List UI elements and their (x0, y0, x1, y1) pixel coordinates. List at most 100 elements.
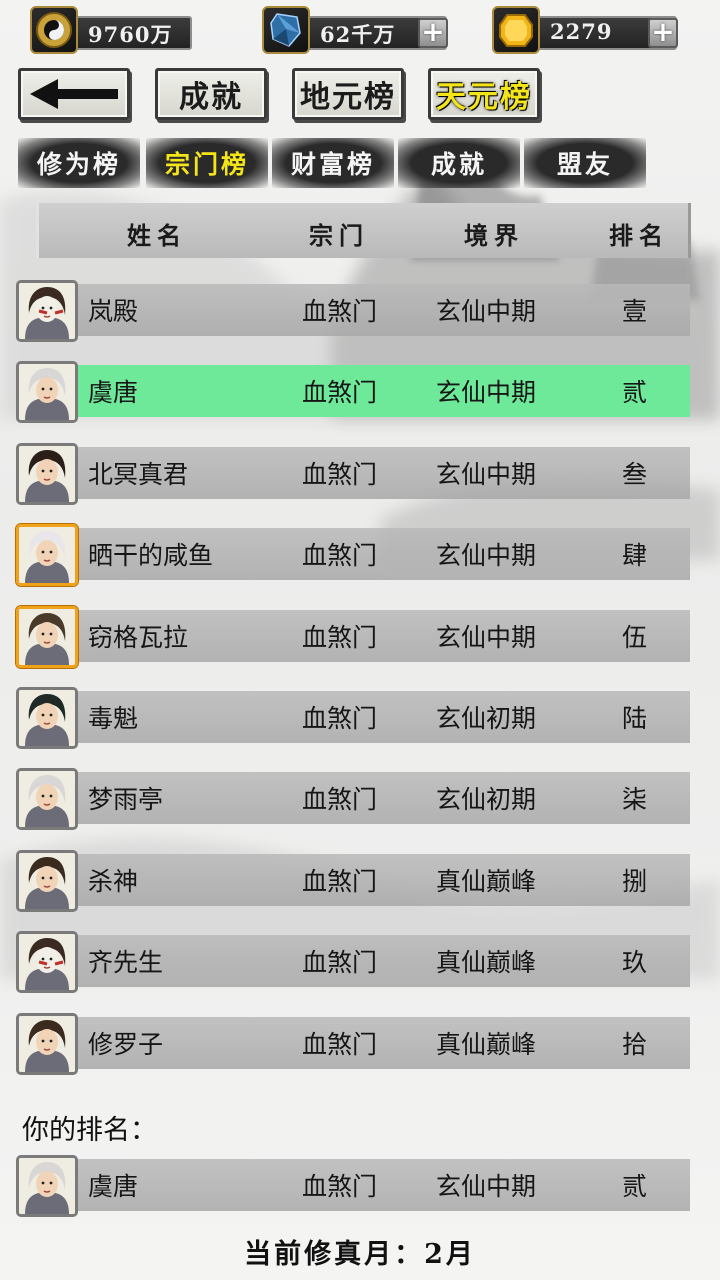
ranking-row[interactable]: 窃格瓦拉 血煞门 玄仙中期 伍 (16, 606, 690, 668)
player-name: 窃格瓦拉 (88, 623, 189, 652)
player-name: 梦雨亭 (88, 785, 164, 814)
avatar[interactable] (16, 361, 78, 423)
ranking-row-background (76, 365, 690, 417)
tab-sect[interactable]: 宗门榜 (146, 138, 268, 188)
player-rank: 壹 (622, 297, 648, 326)
player-name: 岚殿 (88, 297, 139, 326)
player-rank: 肆 (622, 541, 648, 570)
your-rank-label: 你的排名： (22, 1115, 157, 1146)
player-rank: 柒 (622, 785, 648, 814)
player-realm: 玄仙初期 (436, 785, 537, 814)
tab-sect-label: 宗门榜 (164, 150, 249, 179)
player-sect: 血煞门 (302, 541, 378, 570)
ranking-row[interactable]: 杀神 血煞门 真仙巅峰 捌 (16, 850, 690, 912)
player-sect: 血煞门 (302, 623, 378, 652)
avatar[interactable] (16, 768, 78, 830)
player-rank: 陆 (622, 704, 648, 733)
player-name: 虞唐 (88, 1172, 139, 1201)
avatar[interactable] (16, 280, 78, 342)
player-rank: 捌 (622, 867, 648, 896)
tab-cultivation[interactable]: 修为榜 (18, 138, 140, 188)
ranking-row[interactable]: 修罗子 血煞门 真仙巅峰 拾 (16, 1013, 690, 1075)
player-name: 杀神 (88, 867, 139, 896)
spirit-crystal-icon (262, 6, 310, 54)
avatar[interactable] (16, 606, 78, 668)
tab-allies-label: 盟友 (556, 150, 613, 179)
resource-gold: 2279 + (492, 6, 682, 54)
player-sect: 血煞门 (302, 785, 378, 814)
player-sect: 血煞门 (302, 297, 378, 326)
player-sect: 血煞门 (302, 867, 378, 896)
your-rank-row[interactable]: 虞唐 血煞门 玄仙中期 贰 (16, 1155, 690, 1217)
coins-value: 9760万 (88, 22, 173, 47)
back-button[interactable] (18, 68, 130, 120)
ranking-row[interactable]: 岚殿 血煞门 玄仙中期 壹 (16, 280, 690, 342)
ranking-row[interactable]: 毒魁 血煞门 玄仙初期 陆 (16, 687, 690, 749)
player-name: 修罗子 (88, 1030, 164, 1059)
resource-coins: 9760万 (30, 6, 195, 54)
tab-wealth[interactable]: 财富榜 (272, 138, 394, 188)
player-realm: 真仙巅峰 (436, 948, 537, 977)
ranking-row-background (76, 691, 690, 743)
ranking-row-background (76, 1017, 690, 1069)
player-sect: 血煞门 (302, 1172, 378, 1201)
avatar[interactable] (16, 850, 78, 912)
player-rank: 贰 (622, 1172, 648, 1201)
player-realm: 玄仙初期 (436, 704, 537, 733)
achievement-nav-button[interactable]: 成就 (155, 68, 267, 120)
player-rank: 伍 (622, 623, 648, 652)
player-name: 齐先生 (88, 948, 164, 977)
player-realm: 玄仙中期 (436, 378, 537, 407)
your-rank-row-background (76, 1159, 690, 1211)
avatar[interactable] (16, 1155, 78, 1217)
player-sect: 血煞门 (302, 1030, 378, 1059)
avatar[interactable] (16, 524, 78, 586)
ranking-table-header: 姓名 宗门 境界 排名 (36, 203, 691, 258)
header-sect: 宗门 (309, 221, 369, 250)
ranking-row-background (76, 284, 690, 336)
player-rank: 贰 (622, 378, 648, 407)
player-realm: 真仙巅峰 (436, 867, 537, 896)
earth-ranking-nav-button[interactable]: 地元榜 (292, 68, 404, 120)
player-realm: 玄仙中期 (436, 541, 537, 570)
avatar[interactable] (16, 931, 78, 993)
tab-achievement[interactable]: 成就 (398, 138, 520, 188)
tab-allies[interactable]: 盟友 (524, 138, 646, 188)
player-name: 晒干的咸鱼 (88, 541, 214, 570)
tab-achievement-label: 成就 (430, 150, 487, 179)
add-crystal-button[interactable]: + (418, 18, 448, 48)
player-sect: 血煞门 (302, 460, 378, 489)
player-rank: 玖 (622, 948, 648, 977)
player-realm: 玄仙中期 (436, 297, 537, 326)
player-realm: 真仙巅峰 (436, 1030, 537, 1059)
avatar[interactable] (16, 1013, 78, 1075)
player-name: 北冥真君 (88, 460, 189, 489)
player-rank: 拾 (622, 1030, 648, 1059)
add-gold-button[interactable]: + (648, 18, 678, 48)
ranking-row[interactable]: 北冥真君 血煞门 玄仙中期 叁 (16, 443, 690, 505)
ranking-row[interactable]: 虞唐 血煞门 玄仙中期 贰 (16, 361, 690, 423)
gold-ingot-icon (492, 6, 540, 54)
ranking-row[interactable]: 晒干的咸鱼 血煞门 玄仙中期 肆 (16, 524, 690, 586)
taiji-coin-icon (30, 6, 78, 54)
ranking-row-background (76, 854, 690, 906)
player-realm: 玄仙中期 (436, 623, 537, 652)
header-realm: 境界 (464, 221, 524, 250)
tab-cultivation-label: 修为榜 (36, 150, 121, 179)
ranking-row[interactable]: 梦雨亭 血煞门 玄仙初期 柒 (16, 768, 690, 830)
resource-crystal: 62千万 + (262, 6, 452, 54)
player-name: 毒魁 (88, 704, 139, 733)
avatar[interactable] (16, 443, 78, 505)
player-rank: 叁 (622, 460, 648, 489)
ranking-row[interactable]: 齐先生 血煞门 真仙巅峰 玖 (16, 931, 690, 993)
header-name: 姓名 (127, 221, 187, 250)
player-sect: 血煞门 (302, 704, 378, 733)
heaven-ranking-nav-label: 天元榜 (436, 80, 532, 115)
player-realm: 玄仙中期 (436, 1172, 537, 1201)
back-arrow-icon (30, 79, 118, 109)
heaven-ranking-nav-button[interactable]: 天元榜 (428, 68, 540, 120)
player-sect: 血煞门 (302, 948, 378, 977)
player-sect: 血煞门 (302, 378, 378, 407)
crystal-value: 62千万 (320, 22, 396, 47)
avatar[interactable] (16, 687, 78, 749)
